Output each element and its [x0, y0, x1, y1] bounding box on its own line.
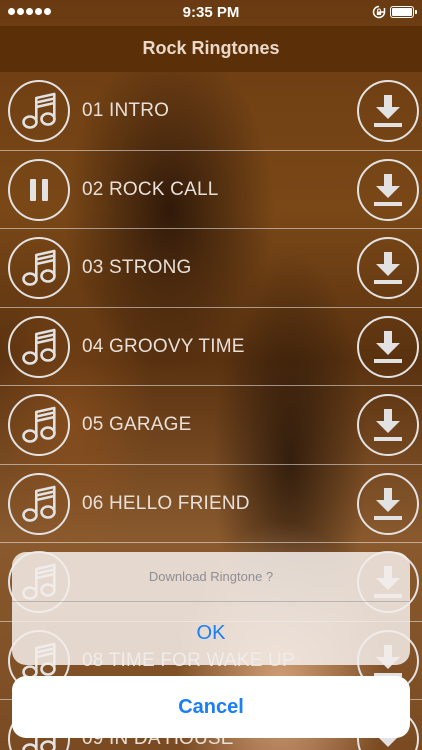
download-icon	[371, 328, 405, 366]
cancel-button[interactable]: Cancel	[12, 676, 410, 738]
track-row[interactable]: 01 INTRO	[0, 72, 422, 151]
nav-bar: Rock Ringtones	[0, 26, 422, 72]
rotation-lock-icon	[372, 5, 386, 19]
music-note-icon	[21, 484, 57, 524]
download-icon	[371, 171, 405, 209]
track-title: 03 STRONG	[82, 257, 192, 278]
track-row[interactable]: 05 GARAGE	[0, 386, 422, 465]
status-bar: 9:35 PM	[0, 0, 422, 26]
status-time: 9:35 PM	[182, 4, 240, 21]
track-title: 05 GARAGE	[82, 414, 192, 435]
track-row[interactable]: 03 STRONG	[0, 229, 422, 308]
track-row[interactable]: 06 HELLO FRIEND	[0, 465, 422, 543]
play-button[interactable]	[8, 472, 70, 535]
download-button[interactable]	[357, 315, 419, 378]
track-row[interactable]: 04 GROOVY TIME	[0, 308, 422, 386]
download-button[interactable]	[357, 472, 419, 535]
battery-full-icon	[390, 6, 417, 18]
track-title: 06 HELLO FRIEND	[82, 492, 250, 514]
download-action-sheet: Download Ringtone ? OK	[12, 552, 410, 665]
download-button[interactable]	[357, 394, 419, 456]
music-note-icon	[21, 91, 57, 131]
download-button[interactable]	[357, 80, 419, 142]
play-button[interactable]	[8, 80, 70, 142]
ok-button[interactable]: OK	[12, 602, 410, 665]
music-note-icon	[21, 248, 57, 288]
download-button[interactable]	[357, 158, 419, 221]
download-button[interactable]	[357, 237, 419, 299]
track-row[interactable]: 02 ROCK CALL	[0, 151, 422, 229]
track-title: 01 INTRO	[82, 100, 170, 121]
track-title: 02 ROCK CALL	[82, 178, 219, 200]
page-title: Rock Ringtones	[142, 38, 280, 58]
action-sheet-message: Download Ringtone ?	[12, 552, 410, 602]
music-note-icon	[21, 327, 57, 367]
download-icon	[371, 406, 405, 444]
track-title: 04 GROOVY TIME	[82, 335, 245, 357]
download-icon	[371, 249, 405, 287]
pause-button[interactable]	[8, 158, 70, 221]
download-icon	[371, 92, 405, 130]
pause-icon	[24, 175, 54, 205]
play-button[interactable]	[8, 237, 70, 299]
download-icon	[371, 485, 405, 523]
music-note-icon	[21, 405, 57, 445]
play-button[interactable]	[8, 394, 70, 456]
play-button[interactable]	[8, 315, 70, 378]
